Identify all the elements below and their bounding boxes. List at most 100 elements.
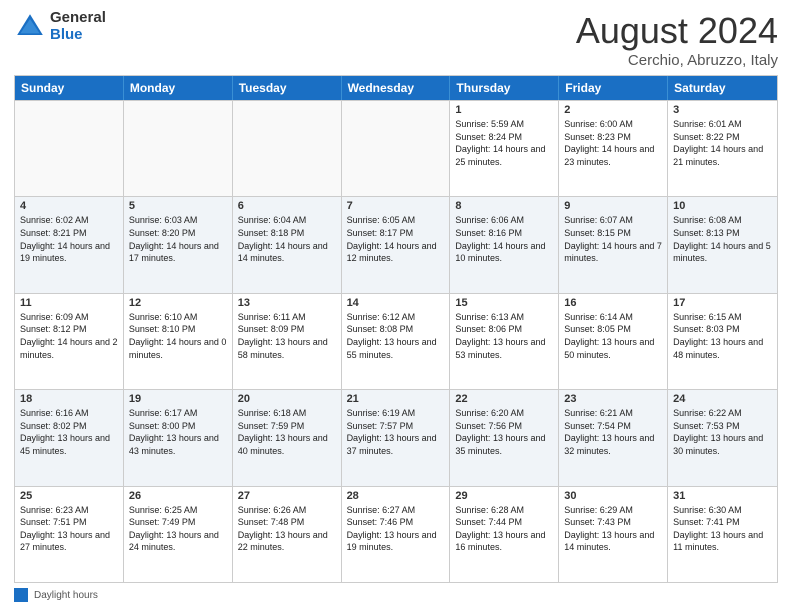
calendar-cell: 9 Sunrise: 6:07 AM Sunset: 8:15 PM Daylig…: [559, 197, 668, 292]
day-number: 24: [673, 393, 772, 405]
cell-info: Sunrise: 6:12 AM Sunset: 8:08 PM Dayligh…: [347, 311, 445, 361]
calendar-cell: 2 Sunrise: 6:00 AM Sunset: 8:23 PM Daylig…: [559, 101, 668, 196]
day-number: 26: [129, 490, 227, 502]
calendar-cell: 11Sunrise: 6:09 AM Sunset: 8:12 PM Dayli…: [15, 294, 124, 389]
calendar-row: 1 Sunrise: 5:59 AM Sunset: 8:24 PM Daylig…: [15, 100, 777, 196]
calendar-cell: 6Sunrise: 6:04 AM Sunset: 8:18 PM Daylig…: [233, 197, 342, 292]
calendar-header-cell: Monday: [124, 76, 233, 100]
calendar-header-cell: Tuesday: [233, 76, 342, 100]
calendar-row: 11Sunrise: 6:09 AM Sunset: 8:12 PM Dayli…: [15, 293, 777, 389]
calendar-cell: 30Sunrise: 6:29 AM Sunset: 7:43 PM Dayli…: [559, 487, 668, 582]
day-number: 16: [564, 297, 662, 309]
logo-icon: [14, 11, 46, 43]
day-number: 19: [129, 393, 227, 405]
calendar-cell: 8Sunrise: 6:06 AM Sunset: 8:16 PM Daylig…: [450, 197, 559, 292]
cell-info: Sunrise: 6:03 AM Sunset: 8:20 PM Dayligh…: [129, 214, 227, 264]
calendar-cell: 4Sunrise: 6:02 AM Sunset: 8:21 PM Daylig…: [15, 197, 124, 292]
calendar-cell: 21Sunrise: 6:19 AM Sunset: 7:57 PM Dayli…: [342, 390, 451, 485]
logo-blue-text: Blue: [50, 27, 106, 44]
day-number: 6: [238, 200, 336, 212]
calendar-cell: 14 Sunrise: 6:12 AM Sunset: 8:08 PM Dayli…: [342, 294, 451, 389]
calendar-cell: 24 Sunrise: 6:22 AM Sunset: 7:53 PM Dayli…: [668, 390, 777, 485]
cell-info: Sunrise: 6:29 AM Sunset: 7:43 PM Dayligh…: [564, 504, 662, 554]
calendar-cell: 10 Sunrise: 6:08 AM Sunset: 8:13 PM Dayli…: [668, 197, 777, 292]
calendar-cell: 25 Sunrise: 6:23 AM Sunset: 7:51 PM Dayli…: [15, 487, 124, 582]
calendar-cell: 17 Sunrise: 6:15 AM Sunset: 8:03 PM Dayli…: [668, 294, 777, 389]
cell-info: Sunrise: 6:26 AM Sunset: 7:48 PM Dayligh…: [238, 504, 336, 554]
calendar-cell: 12 Sunrise: 6:10 AM Sunset: 8:10 PM Dayli…: [124, 294, 233, 389]
cell-info: Sunrise: 6:05 AM Sunset: 8:17 PM Dayligh…: [347, 214, 445, 264]
cell-info: Sunrise: 6:22 AM Sunset: 7:53 PM Dayligh…: [673, 407, 772, 457]
calendar-cell: 28 Sunrise: 6:27 AM Sunset: 7:46 PM Dayli…: [342, 487, 451, 582]
day-number: 3: [673, 104, 772, 116]
cell-info: Sunrise: 6:23 AM Sunset: 7:51 PM Dayligh…: [20, 504, 118, 554]
calendar-cell: [342, 101, 451, 196]
calendar-header-cell: Saturday: [668, 76, 777, 100]
cell-info: Sunrise: 5:59 AM Sunset: 8:24 PM Dayligh…: [455, 118, 553, 168]
calendar: SundayMondayTuesdayWednesdayThursdayFrid…: [14, 75, 778, 583]
day-number: 10: [673, 200, 772, 212]
cell-info: Sunrise: 6:08 AM Sunset: 8:13 PM Dayligh…: [673, 214, 772, 264]
logo: General Blue: [14, 10, 106, 43]
calendar-cell: [124, 101, 233, 196]
calendar-header-cell: Thursday: [450, 76, 559, 100]
calendar-cell: 5 Sunrise: 6:03 AM Sunset: 8:20 PM Daylig…: [124, 197, 233, 292]
calendar-row: 4Sunrise: 6:02 AM Sunset: 8:21 PM Daylig…: [15, 196, 777, 292]
calendar-body: 1 Sunrise: 5:59 AM Sunset: 8:24 PM Daylig…: [15, 100, 777, 582]
day-number: 25: [20, 490, 118, 502]
day-number: 17: [673, 297, 772, 309]
calendar-header-cell: Friday: [559, 76, 668, 100]
cell-info: Sunrise: 6:27 AM Sunset: 7:46 PM Dayligh…: [347, 504, 445, 554]
day-number: 29: [455, 490, 553, 502]
calendar-cell: 26 Sunrise: 6:25 AM Sunset: 7:49 PM Dayli…: [124, 487, 233, 582]
day-number: 31: [673, 490, 772, 502]
calendar-row: 25 Sunrise: 6:23 AM Sunset: 7:51 PM Dayli…: [15, 486, 777, 582]
day-number: 23: [564, 393, 662, 405]
calendar-cell: 15Sunrise: 6:13 AM Sunset: 8:06 PM Dayli…: [450, 294, 559, 389]
calendar-header: SundayMondayTuesdayWednesdayThursdayFrid…: [15, 76, 777, 100]
day-number: 7: [347, 200, 445, 212]
calendar-cell: 7 Sunrise: 6:05 AM Sunset: 8:17 PM Daylig…: [342, 197, 451, 292]
day-number: 12: [129, 297, 227, 309]
day-number: 2: [564, 104, 662, 116]
calendar-header-cell: Sunday: [15, 76, 124, 100]
calendar-cell: 1 Sunrise: 5:59 AM Sunset: 8:24 PM Daylig…: [450, 101, 559, 196]
day-number: 5: [129, 200, 227, 212]
calendar-cell: 18 Sunrise: 6:16 AM Sunset: 8:02 PM Dayli…: [15, 390, 124, 485]
cell-info: Sunrise: 6:13 AM Sunset: 8:06 PM Dayligh…: [455, 311, 553, 361]
day-number: 18: [20, 393, 118, 405]
day-number: 13: [238, 297, 336, 309]
day-number: 14: [347, 297, 445, 309]
cell-info: Sunrise: 6:10 AM Sunset: 8:10 PM Dayligh…: [129, 311, 227, 361]
calendar-header-cell: Wednesday: [342, 76, 451, 100]
calendar-row: 18 Sunrise: 6:16 AM Sunset: 8:02 PM Dayli…: [15, 389, 777, 485]
cell-info: Sunrise: 6:25 AM Sunset: 7:49 PM Dayligh…: [129, 504, 227, 554]
page: General Blue August 2024 Cerchio, Abruzz…: [0, 0, 792, 612]
cell-info: Sunrise: 6:19 AM Sunset: 7:57 PM Dayligh…: [347, 407, 445, 457]
day-number: 22: [455, 393, 553, 405]
footer: Daylight hours: [14, 588, 778, 602]
cell-info: Sunrise: 6:00 AM Sunset: 8:23 PM Dayligh…: [564, 118, 662, 168]
footer-label: Daylight hours: [34, 590, 98, 601]
calendar-cell: 16Sunrise: 6:14 AM Sunset: 8:05 PM Dayli…: [559, 294, 668, 389]
cell-info: Sunrise: 6:20 AM Sunset: 7:56 PM Dayligh…: [455, 407, 553, 457]
day-number: 11: [20, 297, 118, 309]
day-number: 1: [455, 104, 553, 116]
cell-info: Sunrise: 6:28 AM Sunset: 7:44 PM Dayligh…: [455, 504, 553, 554]
header: General Blue August 2024 Cerchio, Abruzz…: [14, 10, 778, 69]
day-number: 28: [347, 490, 445, 502]
cell-info: Sunrise: 6:18 AM Sunset: 7:59 PM Dayligh…: [238, 407, 336, 457]
calendar-cell: 31Sunrise: 6:30 AM Sunset: 7:41 PM Dayli…: [668, 487, 777, 582]
calendar-cell: 20Sunrise: 6:18 AM Sunset: 7:59 PM Dayli…: [233, 390, 342, 485]
day-number: 4: [20, 200, 118, 212]
day-number: 9: [564, 200, 662, 212]
cell-info: Sunrise: 6:15 AM Sunset: 8:03 PM Dayligh…: [673, 311, 772, 361]
title-month: August 2024: [576, 10, 778, 52]
cell-info: Sunrise: 6:07 AM Sunset: 8:15 PM Dayligh…: [564, 214, 662, 264]
cell-info: Sunrise: 6:06 AM Sunset: 8:16 PM Dayligh…: [455, 214, 553, 264]
cell-info: Sunrise: 6:01 AM Sunset: 8:22 PM Dayligh…: [673, 118, 772, 168]
title-location: Cerchio, Abruzzo, Italy: [576, 52, 778, 69]
daylight-swatch: [14, 588, 28, 602]
cell-info: Sunrise: 6:16 AM Sunset: 8:02 PM Dayligh…: [20, 407, 118, 457]
calendar-cell: 29 Sunrise: 6:28 AM Sunset: 7:44 PM Dayli…: [450, 487, 559, 582]
